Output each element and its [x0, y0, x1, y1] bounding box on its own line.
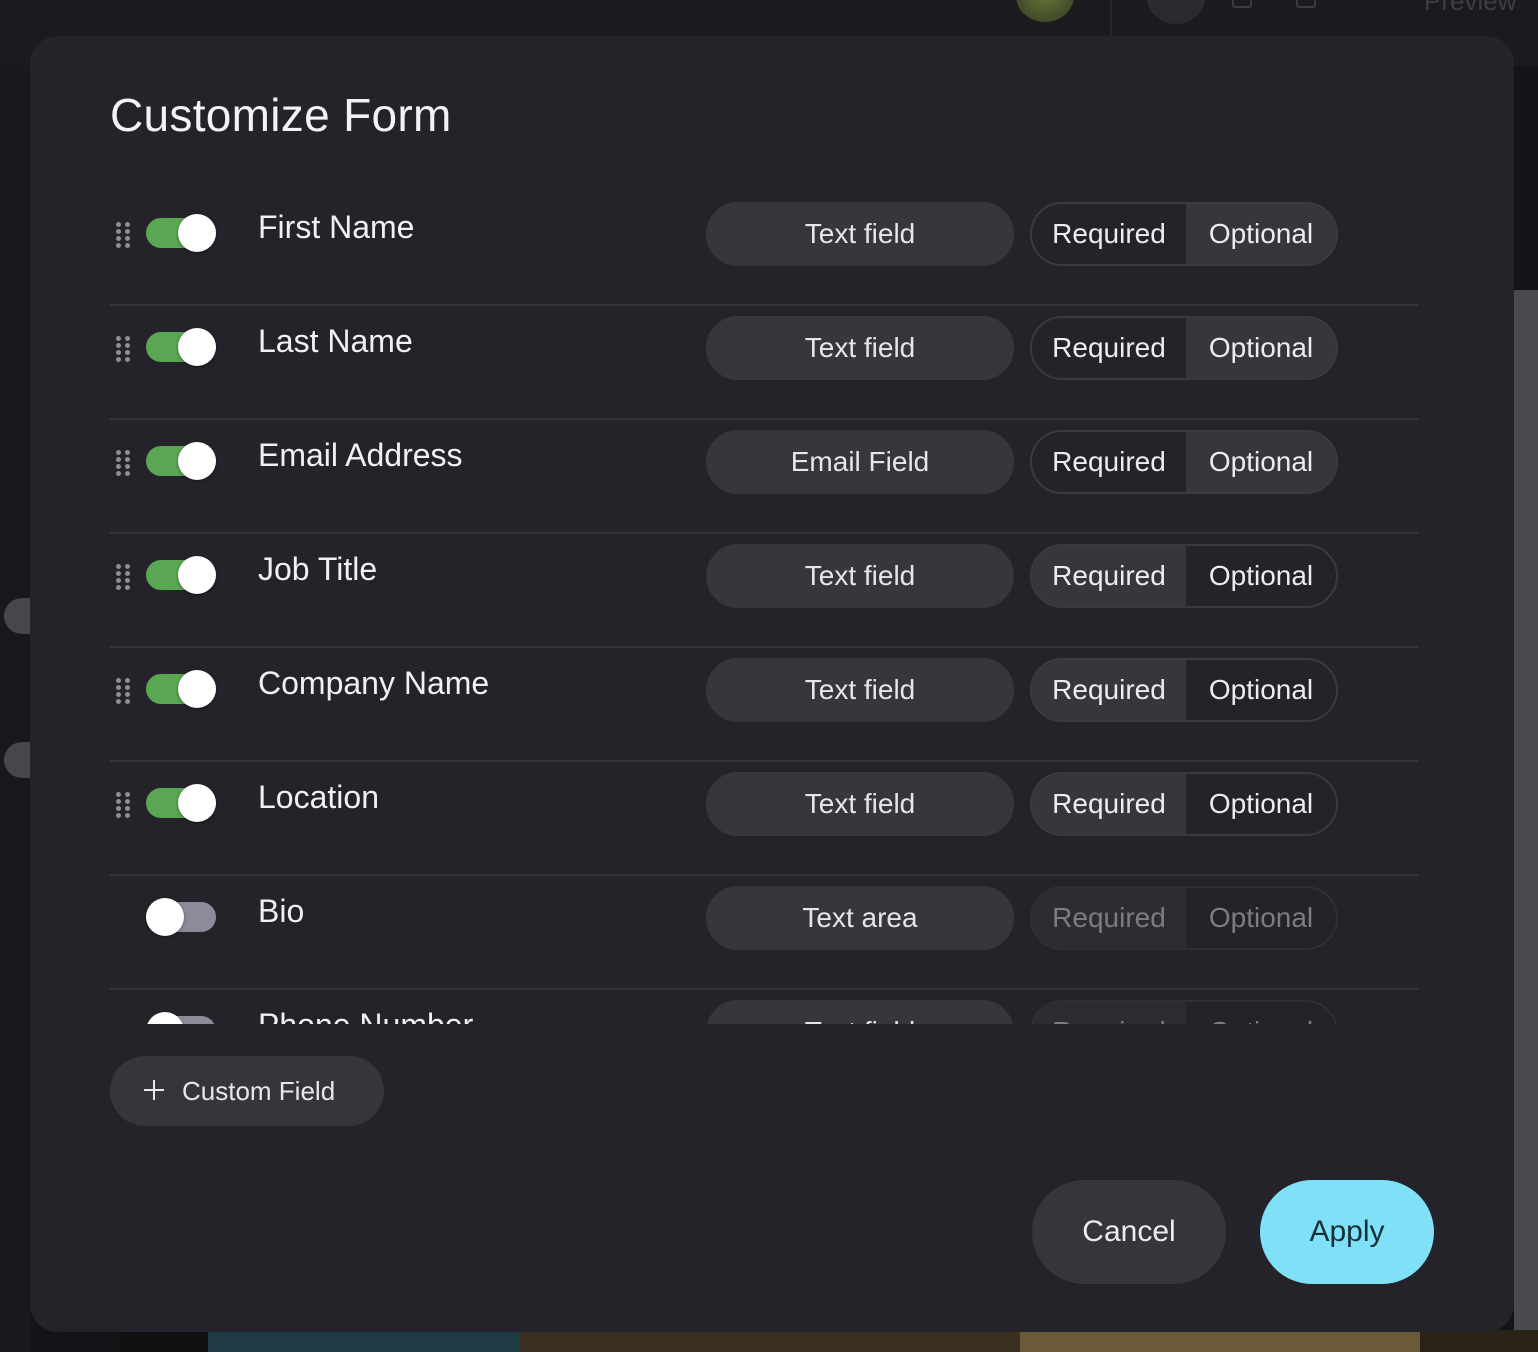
field-name-label: Job Title: [258, 551, 378, 587]
field-row: Company Name Text field Required Optional: [110, 648, 1418, 762]
optional-option[interactable]: Optional: [1186, 432, 1336, 492]
field-name-label: Last Name: [258, 323, 413, 359]
field-list[interactable]: First Name Text field Required Optional Last…: [110, 192, 1418, 1024]
field-type-selector[interactable]: Text field: [706, 658, 1014, 722]
field-type-selector[interactable]: Text field: [706, 772, 1014, 836]
field-name-label: Bio: [258, 893, 305, 929]
field-enable-toggle[interactable]: [146, 898, 216, 936]
toggle-knob: [178, 670, 216, 708]
field-type-selector[interactable]: Text field: [706, 202, 1014, 266]
toggle-knob: [178, 442, 216, 480]
optional-option[interactable]: Optional: [1186, 204, 1336, 264]
required-option[interactable]: Required: [1032, 660, 1186, 720]
drag-handle-icon[interactable]: [116, 678, 130, 704]
apply-button[interactable]: Apply: [1260, 1180, 1434, 1284]
field-enable-toggle[interactable]: [146, 670, 216, 708]
add-custom-field-button[interactable]: Custom Field: [110, 1056, 384, 1126]
background-image: [120, 1330, 1538, 1352]
cancel-button[interactable]: Cancel: [1032, 1180, 1226, 1284]
header-divider: [1110, 0, 1112, 36]
preview-button[interactable]: Preview: [1424, 0, 1516, 17]
optional-option[interactable]: Optional: [1186, 318, 1336, 378]
field-name-label: Email Address: [258, 437, 463, 473]
drag-handle-icon[interactable]: [116, 564, 130, 590]
field-enable-toggle[interactable]: [146, 328, 216, 366]
field-name-label: First Name: [258, 209, 415, 245]
field-row: Phone Number Text field RequiredOptional: [110, 990, 1418, 1024]
required-option[interactable]: Required: [1032, 774, 1186, 834]
add-custom-field-label: Custom Field: [182, 1076, 336, 1106]
requirement-segmented-control: RequiredOptional: [1030, 658, 1338, 722]
required-option[interactable]: Required: [1032, 204, 1186, 264]
tablet-icon[interactable]: [1232, 0, 1252, 8]
field-type-selector[interactable]: Text field: [706, 316, 1014, 380]
field-enable-toggle[interactable]: [146, 442, 216, 480]
field-enable-toggle[interactable]: [146, 784, 216, 822]
required-option[interactable]: Required: [1032, 318, 1186, 378]
sidebar-toggle[interactable]: [4, 598, 30, 634]
field-enable-toggle[interactable]: [146, 214, 216, 252]
requirement-segmented-control: RequiredOptional: [1030, 772, 1338, 836]
field-row: Email Address Email Field Required Optional: [110, 420, 1418, 534]
requirement-segmented-control: RequiredOptional: [1030, 1000, 1338, 1024]
toggle-knob: [178, 328, 216, 366]
optional-option[interactable]: Optional: [1186, 1002, 1336, 1024]
drag-handle-icon[interactable]: [116, 336, 130, 362]
field-row: Bio Text area Required Optional: [110, 876, 1418, 990]
desktop-view-button[interactable]: [1146, 0, 1206, 24]
required-option[interactable]: Required: [1032, 888, 1186, 948]
optional-option[interactable]: Optional: [1186, 546, 1336, 606]
optional-option[interactable]: Optional: [1186, 660, 1336, 720]
field-type-selector[interactable]: Text field: [706, 1000, 1014, 1024]
field-type-selector[interactable]: Text area: [706, 886, 1014, 950]
customize-form-dialog: Customize Form First Name Text field Requi…: [30, 36, 1514, 1332]
requirement-segmented-control: RequiredOptional: [1030, 544, 1338, 608]
sidebar-toggle[interactable]: [4, 742, 30, 778]
drag-handle-icon[interactable]: [116, 222, 130, 248]
optional-option[interactable]: Optional: [1186, 774, 1336, 834]
mobile-icon[interactable]: [1296, 0, 1316, 8]
app-scroll-area: [1514, 290, 1538, 1352]
field-row: Last Name Text field Required Optional: [110, 306, 1418, 420]
field-row: Job Title Text field Required Optional: [110, 534, 1418, 648]
field-enable-toggle[interactable]: [146, 1012, 216, 1024]
requirement-segmented-control: RequiredOptional: [1030, 430, 1338, 494]
requirement-segmented-control: RequiredOptional: [1030, 316, 1338, 380]
avatar[interactable]: [1016, 0, 1074, 22]
field-name-label: Company Name: [258, 665, 490, 701]
toggle-knob: [178, 214, 216, 252]
field-row: First Name Text field Required Optional: [110, 192, 1418, 306]
field-enable-toggle[interactable]: [146, 556, 216, 594]
requirement-segmented-control: RequiredOptional: [1030, 886, 1338, 950]
drag-handle-icon[interactable]: [116, 792, 130, 818]
field-type-selector[interactable]: Text field: [706, 544, 1014, 608]
field-row: Location Text field Required Optional: [110, 762, 1418, 876]
optional-option[interactable]: Optional: [1186, 888, 1336, 948]
field-name-label: Phone Number: [258, 1007, 473, 1024]
dialog-title: Customize Form: [110, 89, 452, 141]
toggle-knob: [178, 556, 216, 594]
required-option[interactable]: Required: [1032, 546, 1186, 606]
toggle-knob: [146, 1012, 184, 1024]
field-type-selector[interactable]: Email Field: [706, 430, 1014, 494]
plus-icon: [144, 1080, 164, 1100]
app-sidebar: [0, 66, 30, 1352]
toggle-knob: [178, 784, 216, 822]
required-option[interactable]: Required: [1032, 432, 1186, 492]
drag-handle-icon[interactable]: [116, 450, 130, 476]
requirement-segmented-control: RequiredOptional: [1030, 202, 1338, 266]
toggle-knob: [146, 898, 184, 936]
required-option[interactable]: Required: [1032, 1002, 1186, 1024]
field-name-label: Location: [258, 779, 379, 815]
